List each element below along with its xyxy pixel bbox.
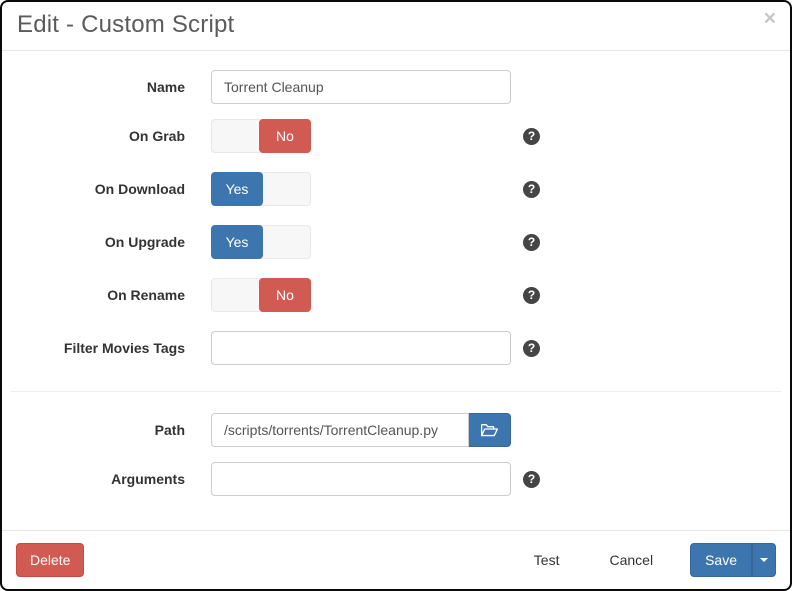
modal-header: Edit - Custom Script × bbox=[2, 2, 790, 51]
path-input[interactable] bbox=[211, 413, 469, 447]
folder-open-icon bbox=[480, 423, 499, 438]
name-input[interactable] bbox=[211, 70, 511, 104]
path-label: Path bbox=[2, 422, 185, 438]
help-icon[interactable]: ? bbox=[523, 340, 540, 357]
test-button[interactable]: Test bbox=[521, 543, 573, 577]
cancel-button[interactable]: Cancel bbox=[596, 543, 666, 577]
on-download-toggle-state: Yes bbox=[211, 172, 263, 206]
form-row-path: Path bbox=[2, 413, 790, 447]
on-rename-toggle-state: No bbox=[259, 278, 311, 312]
on-download-toggle[interactable]: Yes bbox=[211, 172, 311, 206]
on-upgrade-label: On Upgrade bbox=[2, 234, 185, 250]
modal-body: Name On Grab No ? On Download Yes ? bbox=[2, 51, 790, 530]
help-icon[interactable]: ? bbox=[523, 287, 540, 304]
browse-path-button[interactable] bbox=[469, 413, 511, 447]
form-row-name: Name bbox=[2, 70, 790, 104]
save-button[interactable]: Save bbox=[690, 543, 752, 577]
arguments-input[interactable] bbox=[211, 462, 511, 496]
form-row-arguments: Arguments ? bbox=[2, 462, 790, 496]
name-label: Name bbox=[2, 79, 185, 95]
form-row-on-rename: On Rename No ? bbox=[2, 278, 790, 312]
modal-title: Edit - Custom Script bbox=[17, 11, 775, 39]
filter-movies-tags-label: Filter Movies Tags bbox=[2, 340, 185, 356]
form-row-on-download: On Download Yes ? bbox=[2, 172, 790, 206]
help-icon[interactable]: ? bbox=[523, 234, 540, 251]
modal-footer: Delete Test Cancel Save bbox=[2, 530, 790, 589]
edit-custom-script-modal: Edit - Custom Script × Name On Grab No ?… bbox=[0, 0, 792, 591]
chevron-down-icon bbox=[760, 558, 768, 562]
on-grab-toggle[interactable]: No bbox=[211, 119, 311, 153]
filter-movies-tags-input[interactable] bbox=[211, 331, 511, 365]
form-row-filter-movies-tags: Filter Movies Tags ? bbox=[2, 331, 790, 365]
close-icon[interactable]: × bbox=[764, 8, 776, 29]
form-row-on-upgrade: On Upgrade Yes ? bbox=[2, 225, 790, 259]
help-icon[interactable]: ? bbox=[523, 128, 540, 145]
save-dropdown-button[interactable] bbox=[752, 543, 776, 577]
save-split-button: Save bbox=[690, 543, 776, 577]
help-icon[interactable]: ? bbox=[523, 471, 540, 488]
on-upgrade-toggle[interactable]: Yes bbox=[211, 225, 311, 259]
on-upgrade-toggle-state: Yes bbox=[211, 225, 263, 259]
on-download-label: On Download bbox=[2, 181, 185, 197]
help-icon[interactable]: ? bbox=[523, 181, 540, 198]
on-rename-label: On Rename bbox=[2, 287, 185, 303]
section-divider bbox=[10, 391, 782, 392]
delete-button[interactable]: Delete bbox=[16, 543, 84, 577]
on-grab-toggle-state: No bbox=[259, 119, 311, 153]
arguments-label: Arguments bbox=[2, 471, 185, 487]
on-grab-label: On Grab bbox=[2, 128, 185, 144]
form-row-on-grab: On Grab No ? bbox=[2, 119, 790, 153]
on-rename-toggle[interactable]: No bbox=[211, 278, 311, 312]
